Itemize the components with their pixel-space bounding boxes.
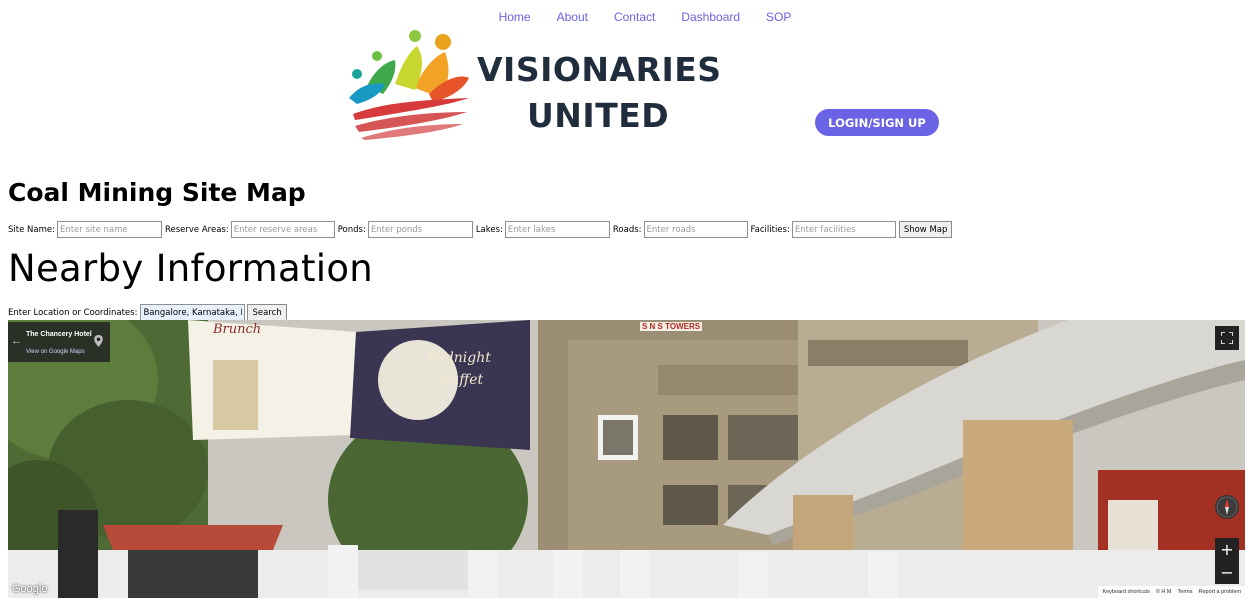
keyboard-shortcuts-link[interactable]: Keyboard shortcuts	[1102, 589, 1149, 595]
zoom-out-icon[interactable]: −	[1220, 564, 1233, 581]
site-logo: VISIONARIES UNITED	[345, 28, 721, 140]
back-arrow-icon[interactable]: ←	[11, 335, 22, 347]
nav-about[interactable]: About	[557, 10, 588, 24]
reserve-areas-label: Reserve Areas:	[164, 224, 229, 235]
show-map-button[interactable]: Show Map	[898, 221, 953, 238]
lakes-label: Lakes:	[475, 224, 503, 235]
nearby-section-title: Nearby Information	[8, 247, 374, 290]
roads-input[interactable]	[643, 221, 748, 238]
location-input[interactable]	[140, 304, 246, 321]
site-name-input[interactable]	[56, 221, 162, 238]
map-pin-icon[interactable]	[94, 335, 103, 347]
fullscreen-icon[interactable]	[1215, 326, 1239, 350]
site-name-label: Site Name:	[8, 224, 55, 235]
map-data-attribution: © H M	[1155, 589, 1172, 595]
facilities-label: Facilities:	[750, 224, 790, 235]
lakes-input[interactable]	[504, 221, 610, 238]
street-view-info-card: ← The Chancery Hotel View on Google Maps	[8, 322, 110, 362]
billboard-buffet-text: Buffet	[440, 372, 484, 388]
nav-home[interactable]: Home	[499, 10, 531, 24]
place-name: The Chancery Hotel	[26, 331, 92, 338]
compass-needle-icon	[1216, 496, 1238, 518]
login-signup-button[interactable]: LOGIN/SIGN UP	[815, 109, 939, 136]
street-view-panorama[interactable]: Brunch Midnight Buffet S N S TOWERS ← Th…	[8, 320, 1245, 598]
nav-contact[interactable]: Contact	[614, 10, 655, 24]
nav-links: Home About Contact Dashboard SOP	[499, 10, 792, 24]
top-nav: Home About Contact Dashboard SOP	[0, 10, 1252, 24]
map-footer: Keyboard shortcuts © H M Terms Report a …	[1098, 586, 1245, 598]
logo-text-visionaries: VISIONARIES	[477, 50, 722, 89]
zoom-controls: + −	[1215, 538, 1239, 584]
billboard-brunch-text: Brunch	[213, 322, 262, 337]
logo-people-icon	[349, 30, 469, 140]
ponds-label: Ponds:	[337, 224, 366, 235]
reserve-areas-input[interactable]	[230, 221, 335, 238]
zoom-in-icon[interactable]: +	[1220, 541, 1233, 558]
roads-label: Roads:	[612, 224, 642, 235]
street-view-scene	[8, 320, 1245, 598]
nav-sop[interactable]: SOP	[766, 10, 791, 24]
ponds-input[interactable]	[367, 221, 473, 238]
coal-section-title: Coal Mining Site Map	[8, 178, 306, 207]
logo-text-united: UNITED	[527, 96, 670, 135]
billboard-midnight-text: Midnight	[426, 350, 491, 366]
coal-site-form: Site Name: Reserve Areas: Ponds: Lakes: …	[8, 221, 953, 238]
location-label: Enter Location or Coordinates:	[8, 307, 138, 318]
nav-dashboard[interactable]: Dashboard	[681, 10, 740, 24]
facilities-input[interactable]	[791, 221, 896, 238]
terms-link[interactable]: Terms	[1178, 589, 1193, 595]
compass-icon[interactable]	[1215, 495, 1239, 519]
view-on-google-maps-link[interactable]: View on Google Maps	[26, 349, 85, 355]
tower-sign-text: S N S TOWERS	[640, 322, 703, 331]
search-button[interactable]: Search	[247, 304, 287, 321]
fullscreen-glyph-icon	[1221, 332, 1233, 344]
google-logo: Google	[12, 583, 48, 595]
report-problem-link[interactable]: Report a problem	[1199, 589, 1242, 595]
location-search-form: Enter Location or Coordinates: Search	[8, 304, 287, 321]
